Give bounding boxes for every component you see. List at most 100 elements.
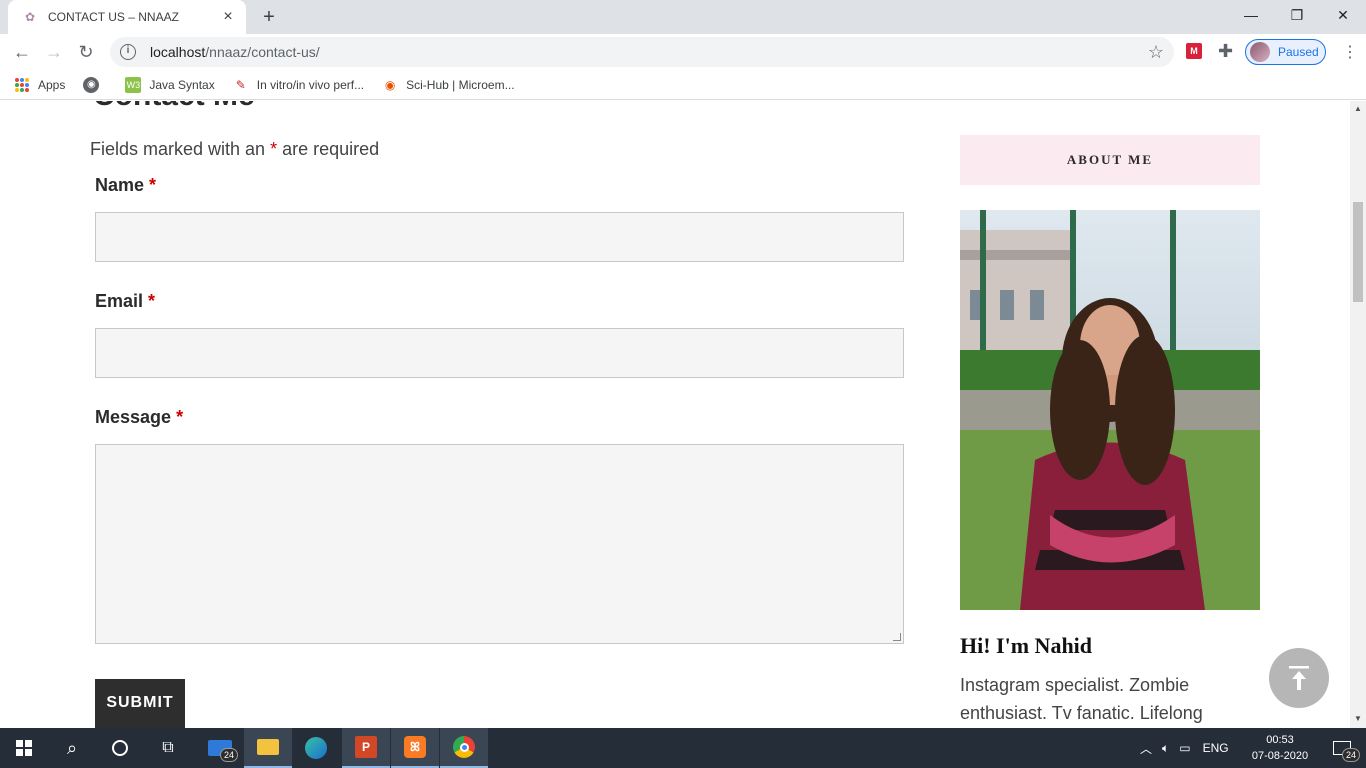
start-button[interactable] — [0, 728, 48, 768]
site-favicon-icon: ✿ — [24, 10, 36, 24]
volume-icon[interactable]: 🔈︎ — [1162, 741, 1169, 756]
search-icon: ⌕ — [66, 737, 78, 758]
profile-status: Paused — [1278, 45, 1319, 59]
name-label: Name * — [95, 175, 156, 196]
task-view-icon: ⧉ — [162, 739, 174, 756]
url-path: /nnaaz/contact-us/ — [205, 44, 320, 60]
bookmark-label: Java Syntax — [149, 77, 215, 92]
bookmark-in-vitro[interactable]: ✎ In vitro/in vivo perf... — [233, 77, 364, 93]
powerpoint-app[interactable]: P — [342, 728, 390, 768]
edge-icon — [305, 737, 327, 759]
window-close-button[interactable]: ✕ — [1320, 0, 1366, 30]
scroll-down-icon[interactable]: ▼ — [1354, 715, 1362, 723]
message-label-text: Message — [95, 407, 172, 427]
system-tray: ︿ 🔈︎ ▭ ENG — [1140, 728, 1229, 768]
url-text: localhost/nnaaz/contact-us/ — [150, 44, 320, 60]
profile-photo-image — [960, 210, 1260, 610]
chrome-icon — [453, 736, 475, 758]
windows-logo-icon — [16, 740, 32, 756]
mail-app[interactable]: 24 — [196, 728, 244, 768]
minimize-button[interactable]: — — [1228, 0, 1274, 30]
bio-title: Hi! I'm Nahid — [960, 633, 1093, 658]
address-bar[interactable]: i localhost/nnaaz/contact-us/ ☆ — [110, 37, 1174, 67]
page-scrollbar[interactable]: ▲ ▼ — [1350, 101, 1366, 728]
extension-red-icon[interactable]: M — [1186, 43, 1202, 59]
message-textarea[interactable] — [95, 444, 904, 644]
input-language[interactable]: ENG — [1203, 741, 1229, 755]
task-view-button[interactable]: ⧉ — [144, 728, 192, 768]
back-button[interactable]: ← — [8, 38, 36, 66]
taskbar-clock[interactable]: 00:53 07-08-2020 — [1248, 732, 1312, 764]
email-label-text: Email — [95, 291, 144, 311]
extensions-puzzle-icon[interactable]: ✚ — [1218, 41, 1233, 62]
required-note-text: Fields marked with an — [90, 139, 271, 159]
required-note: Fields marked with an * are required — [90, 139, 379, 160]
bookmarks-bar: Apps ◉ W3 Java Syntax ✎ In vitro/in vivo… — [0, 70, 1366, 100]
bookmark-sci-hub[interactable]: ◉ Sci-Hub | Microem... — [382, 77, 515, 93]
required-note-text-end: are required — [277, 139, 380, 159]
java-icon: W3 — [125, 76, 142, 93]
resize-handle-icon[interactable] — [893, 633, 901, 641]
cortana-circle-icon — [112, 740, 128, 756]
bookmark-label: Apps — [38, 77, 66, 92]
bookmark-label: In vitro/in vivo perf... — [256, 77, 365, 92]
new-tab-button[interactable]: + — [258, 6, 280, 28]
show-hidden-icons-icon[interactable]: ︿ — [1140, 740, 1152, 757]
cortana-button[interactable] — [96, 728, 144, 768]
windows-taskbar: ⌕ ⧉ 24 P ꕤ ︿ 🔈︎ ▭ ENG 00:53 07-08-2020 2… — [0, 728, 1366, 768]
search-button[interactable]: ⌕ — [48, 728, 96, 768]
mail-badge: 24 — [220, 748, 238, 762]
page-title: Contact Me — [93, 101, 255, 113]
profile-button[interactable]: Paused — [1245, 39, 1326, 65]
site-info-icon[interactable]: i — [120, 44, 136, 60]
powerpoint-icon: P — [355, 736, 377, 758]
browser-toolbar: ← → ↻ i localhost/nnaaz/contact-us/ ☆ — [0, 34, 1366, 70]
eye-icon: ◉ — [384, 77, 396, 92]
clock-date: 07-08-2020 — [1251, 750, 1309, 762]
edge-app[interactable] — [292, 728, 340, 768]
bookmark-star-icon[interactable]: ☆ — [1148, 42, 1164, 63]
globe-icon: ◉ — [83, 76, 100, 93]
tab-title: CONTACT US – NNAAZ — [48, 10, 179, 24]
required-star: * — [176, 407, 184, 427]
bookmark-label: Sci-Hub | Microem... — [406, 77, 515, 92]
xampp-icon: ꕤ — [404, 736, 426, 758]
close-tab-icon[interactable]: × — [220, 9, 236, 25]
bookmark-globe[interactable]: ◉ — [83, 76, 107, 93]
science-icon: ✎ — [235, 77, 246, 92]
scroll-up-icon[interactable]: ▲ — [1354, 105, 1362, 113]
browser-tab-strip: ✿ CONTACT US – NNAAZ × + — ❐ ✕ — [0, 0, 1366, 34]
profile-photo — [960, 210, 1260, 610]
reload-button[interactable]: ↻ — [72, 38, 100, 66]
email-label: Email * — [95, 291, 155, 312]
name-label-text: Name — [95, 175, 145, 195]
email-field[interactable] — [95, 328, 904, 378]
notification-badge: 24 — [1342, 748, 1360, 762]
network-icon[interactable]: ▭ — [1179, 741, 1190, 755]
bio-text: Instagram specialist. Zombie enthusiast.… — [960, 675, 1203, 723]
file-explorer-app[interactable] — [244, 728, 292, 768]
folder-icon — [257, 739, 279, 755]
chrome-app[interactable] — [440, 728, 488, 768]
browser-tab[interactable]: ✿ CONTACT US – NNAAZ × — [8, 0, 246, 34]
scrollbar-thumb[interactable] — [1353, 202, 1363, 302]
url-host: localhost — [150, 44, 206, 60]
xampp-app[interactable]: ꕤ — [391, 728, 439, 768]
avatar — [1250, 42, 1270, 62]
back-to-top-button[interactable] — [1269, 648, 1329, 708]
page-content: Contact Me Fields marked with an * are r… — [0, 101, 1350, 728]
browser-menu-icon[interactable]: ⋮ — [1342, 42, 1358, 62]
required-star: * — [149, 175, 157, 195]
forward-button[interactable]: → — [40, 38, 68, 66]
action-center-button[interactable]: 24 — [1318, 728, 1366, 768]
about-me-heading: ABOUT ME — [960, 135, 1260, 185]
name-field[interactable] — [95, 212, 904, 262]
apps-grid-icon — [14, 77, 30, 93]
bookmark-apps[interactable]: Apps — [14, 77, 65, 93]
bookmark-java-syntax[interactable]: W3 Java Syntax — [125, 76, 215, 93]
arrow-up-icon — [1289, 666, 1309, 690]
submit-button[interactable]: SUBMIT — [95, 679, 185, 728]
message-label: Message * — [95, 407, 183, 428]
restore-button[interactable]: ❐ — [1274, 0, 1320, 30]
clock-time: 00:53 — [1266, 734, 1294, 746]
